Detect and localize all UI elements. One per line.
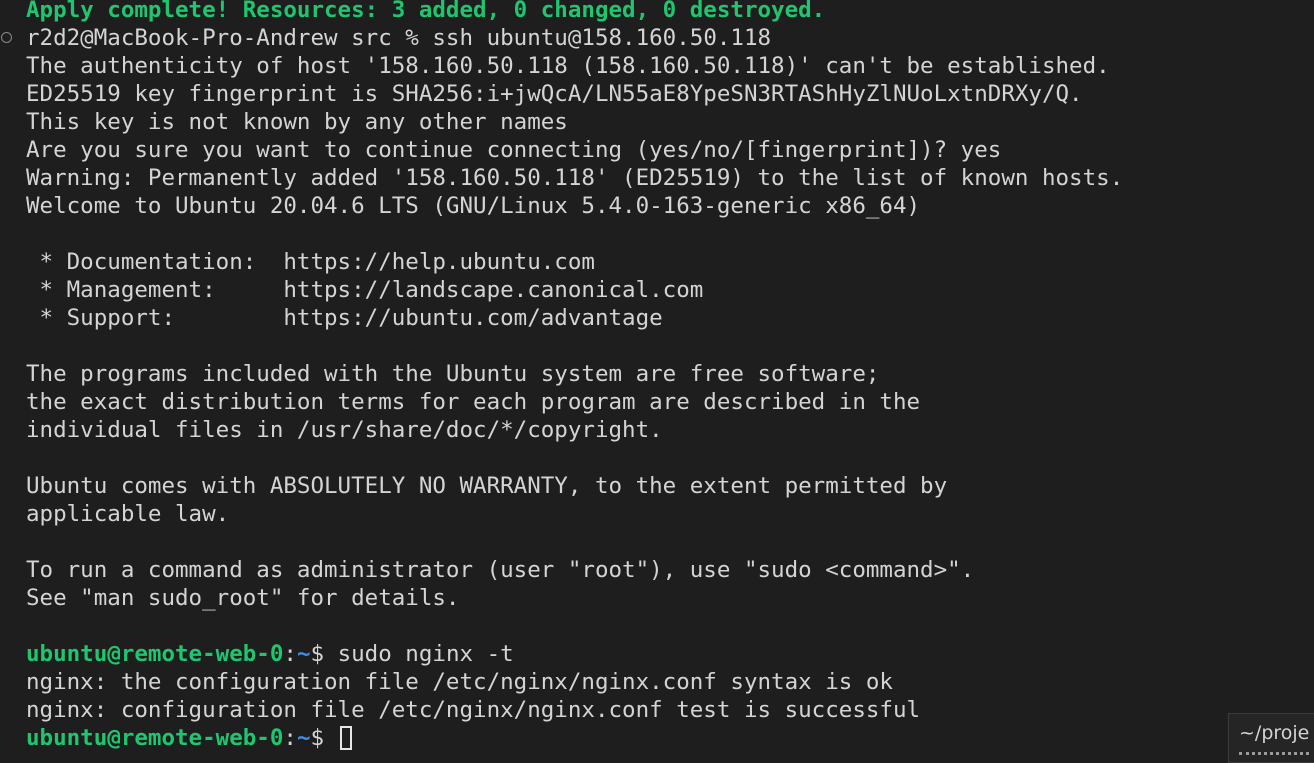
motd-link-line: * Management: https://landscape.canonica… (26, 277, 704, 303)
local-prompt: r2d2@MacBook-Pro-Andrew src % (26, 25, 433, 51)
motd-warranty-line: applicable law. (26, 501, 230, 527)
hover-tooltip: ~/proje (1228, 713, 1314, 763)
tooltip-text: ~/proje (1239, 722, 1310, 744)
remote-prompt-dollar: $ (310, 725, 338, 751)
ssh-output-line: Warning: Permanently added '158.160.50.1… (26, 165, 1124, 191)
remote-prompt-path: ~ (296, 641, 311, 667)
motd-license-line: The programs included with the Ubuntu sy… (26, 361, 880, 387)
local-command: ssh ubuntu@158.160.50.118 (432, 25, 772, 51)
remote-prompt-user-host: ubuntu@remote-web-0 (26, 725, 284, 751)
motd-license-line: the exact distribution terms for each pr… (26, 389, 921, 415)
ssh-output-line: Are you sure you want to continue connec… (26, 137, 1002, 163)
ssh-output-line: Welcome to Ubuntu 20.04.6 LTS (GNU/Linux… (26, 193, 921, 219)
local-command-line: r2d2@MacBook-Pro-Andrew src % ssh ubuntu… (26, 24, 771, 52)
remote-prompt-dollar: $ (310, 641, 338, 667)
terminal-panel[interactable]: Apply complete! Resources: 3 added, 0 ch… (0, 0, 1314, 758)
remote-command-line: ubuntu@remote-web-0:~$ sudo nginx -t (26, 640, 514, 668)
motd-license-line: individual files in /usr/share/doc/*/cop… (26, 417, 663, 443)
command-decoration-icon[interactable] (1, 32, 12, 43)
remote-prompt-colon: : (283, 641, 297, 667)
remote-prompt-user-host: ubuntu@remote-web-0 (26, 641, 284, 667)
ssh-output-line: The authenticity of host '158.160.50.118… (26, 53, 1110, 79)
motd-link-line: * Support: https://ubuntu.com/advantage (26, 305, 663, 331)
motd-sudo-line: See "man sudo_root" for details. (26, 585, 460, 611)
motd-warranty-line: Ubuntu comes with ABSOLUTELY NO WARRANTY… (26, 473, 948, 499)
current-prompt-line[interactable]: ubuntu@remote-web-0:~$ (26, 724, 352, 752)
motd-link-line: * Documentation: https://help.ubuntu.com (26, 249, 595, 275)
ssh-output-line: ED25519 key fingerprint is SHA256:i+jwQc… (26, 81, 1083, 107)
motd-sudo-line: To run a command as administrator (user … (26, 557, 975, 583)
nginx-output-line: nginx: configuration file /etc/nginx/ngi… (26, 697, 921, 723)
remote-prompt-path: ~ (296, 725, 311, 751)
remote-command: sudo nginx -t (337, 641, 514, 667)
remote-prompt-colon: : (283, 725, 297, 751)
terminal-cursor (339, 726, 352, 750)
ssh-output-line: This key is not known by any other names (26, 109, 568, 135)
nginx-output-line: nginx: the configuration file /etc/nginx… (26, 669, 893, 695)
apply-complete-message: Apply complete! Resources: 3 added, 0 ch… (26, 0, 826, 23)
